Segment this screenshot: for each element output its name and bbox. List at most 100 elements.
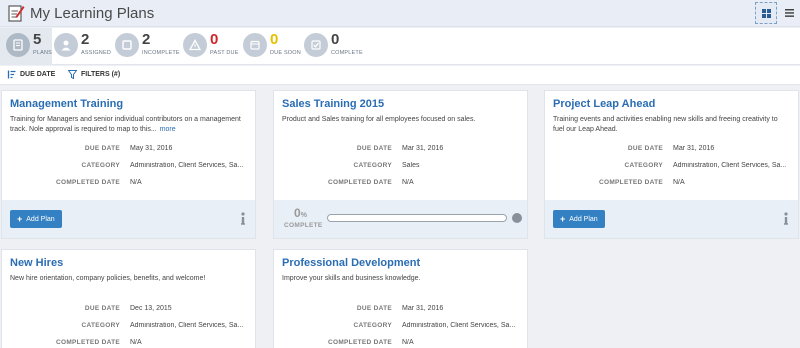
plan-card-sales-training[interactable]: Sales Training 2015 Product and Sales tr… — [273, 90, 528, 239]
due-date-row: DUE DATE Mar 31, 2016 — [545, 145, 798, 155]
plan-description: Product and Sales training for all emplo… — [282, 116, 476, 123]
due-date-value: Mar 31, 2016 — [402, 145, 444, 152]
card-footer: + Add Plan — [2, 200, 255, 238]
due-date-value: Mar 31, 2016 — [402, 305, 444, 312]
plus-icon: + — [17, 214, 23, 224]
info-icon[interactable] — [240, 212, 246, 225]
category-label: CATEGORY — [81, 322, 120, 329]
add-plan-label: Add Plan — [26, 215, 55, 223]
sort-icon — [7, 70, 16, 79]
completed-date-row: COMPLETED DATE N/A — [274, 179, 527, 189]
more-link[interactable]: more — [160, 126, 176, 133]
add-plan-button[interactable]: + Add Plan — [553, 210, 605, 228]
due-date-row: DUE DATE Dec 13, 2015 — [2, 305, 255, 315]
card-footer: + Add Plan — [545, 200, 798, 238]
completed-date-label: COMPLETED DATE — [327, 339, 392, 346]
notebook-icon — [6, 33, 30, 57]
due-date-label: DUE DATE — [627, 145, 663, 152]
filters-button[interactable]: FILTERS (#) — [68, 70, 120, 79]
category-row: CATEGORY Sales — [274, 162, 527, 172]
stat-incomplete-count: 2 — [142, 31, 151, 48]
completed-date-value: N/A — [130, 179, 142, 186]
grid-view-icon — [761, 8, 771, 18]
warning-icon — [183, 33, 207, 57]
stat-past-due-label: PAST DUE — [210, 50, 239, 56]
toolbar: DUE DATE FILTERS (#) — [0, 66, 800, 85]
due-date-row: DUE DATE Mar 31, 2016 — [274, 145, 527, 155]
stat-assigned-label: ASSIGNED — [81, 50, 112, 56]
plan-card-management-training[interactable]: Management Training Training for Manager… — [1, 90, 256, 239]
progress-label: COMPLETE — [284, 222, 323, 229]
category-label: CATEGORY — [353, 162, 392, 169]
plan-description: Improve your skills and business knowled… — [282, 275, 421, 282]
stat-complete-count: 0 — [331, 31, 340, 48]
due-date-value: Dec 13, 2015 — [130, 305, 172, 312]
category-row: CATEGORY Administration, Client Services… — [545, 162, 798, 172]
plan-card-professional-development[interactable]: Professional Development Improve your sk… — [273, 249, 528, 348]
stat-incomplete-label: INCOMPLETE — [142, 50, 180, 56]
plan-title[interactable]: Professional Development — [282, 257, 420, 269]
filter-icon — [68, 70, 77, 79]
info-icon[interactable] — [783, 212, 789, 225]
sort-label: DUE DATE — [20, 71, 56, 78]
due-date-label: DUE DATE — [356, 145, 392, 152]
category-value: Sales — [402, 162, 420, 169]
category-value: Administration, Client Services, Sa... — [673, 162, 787, 169]
due-date-row: DUE DATE May 31, 2016 — [2, 145, 255, 155]
category-value: Administration, Client Services, Sa... — [130, 322, 244, 329]
checkbox-icon — [304, 33, 328, 57]
person-icon — [54, 33, 78, 57]
list-view-icon — [784, 9, 794, 17]
progress-bar — [327, 214, 507, 222]
due-date-value: Mar 31, 2016 — [673, 145, 715, 152]
add-plan-button[interactable]: + Add Plan — [10, 210, 62, 228]
page-title: My Learning Plans — [30, 5, 155, 22]
completed-date-row: COMPLETED DATE N/A — [274, 339, 527, 348]
plan-title[interactable]: New Hires — [10, 257, 63, 269]
calendar-icon — [243, 33, 267, 57]
stats-bar: 5 PLANS 2 ASSIGNED 2 INCOMPLETE 0 PAST D… — [0, 28, 800, 65]
completed-date-value: N/A — [402, 179, 414, 186]
due-date-label: DUE DATE — [84, 145, 120, 152]
stat-due-soon-label: DUE SOON — [270, 50, 301, 56]
sort-due-date-button[interactable]: DUE DATE — [7, 70, 55, 79]
plan-card-project-leap-ahead[interactable]: Project Leap Ahead Training events and a… — [544, 90, 799, 239]
stat-plans-label: PLANS — [33, 50, 53, 56]
plan-title[interactable]: Management Training — [10, 98, 123, 110]
completed-date-label: COMPLETED DATE — [55, 339, 120, 346]
completed-date-value: N/A — [673, 179, 685, 186]
stat-past-due-count: 0 — [210, 31, 219, 48]
list-view-button[interactable] — [780, 2, 798, 24]
due-date-value: May 31, 2016 — [130, 145, 173, 152]
due-date-label: DUE DATE — [84, 305, 120, 312]
due-date-row: DUE DATE Mar 31, 2016 — [274, 305, 527, 315]
plan-card-new-hires[interactable]: New Hires New hire orientation, company … — [1, 249, 256, 348]
due-date-label: DUE DATE — [356, 305, 392, 312]
category-row: CATEGORY Administration, Client Services… — [2, 322, 255, 332]
completed-date-row: COMPLETED DATE N/A — [2, 179, 255, 189]
grid-view-button[interactable] — [755, 2, 777, 24]
plan-description: New hire orientation, company policies, … — [10, 275, 206, 282]
add-plan-label: Add Plan — [569, 215, 598, 223]
category-label: CATEGORY — [353, 322, 392, 329]
progress-percent: 0% — [294, 206, 307, 220]
stat-plans-count: 5 — [33, 31, 42, 48]
progress-end-icon — [512, 213, 522, 223]
plan-title[interactable]: Sales Training 2015 — [282, 98, 384, 110]
stat-assigned-count: 2 — [81, 31, 90, 48]
category-label: CATEGORY — [81, 162, 120, 169]
completed-date-value: N/A — [130, 339, 142, 346]
square-icon — [115, 33, 139, 57]
category-label: CATEGORY — [624, 162, 663, 169]
plan-title[interactable]: Project Leap Ahead — [553, 98, 655, 110]
edit-note-icon — [8, 5, 25, 22]
category-value: Administration, Client Services, Sa... — [130, 162, 244, 169]
plan-description: Training for Managers and senior individ… — [10, 116, 241, 133]
plan-description: Training events and activities enabling … — [553, 116, 778, 133]
page-header: My Learning Plans — [0, 0, 800, 27]
completed-date-row: COMPLETED DATE N/A — [2, 339, 255, 348]
completed-date-label: COMPLETED DATE — [327, 179, 392, 186]
completed-date-row: COMPLETED DATE N/A — [545, 179, 798, 189]
category-value: Administration, Client Services, Sa... — [402, 322, 516, 329]
completed-date-value: N/A — [402, 339, 414, 346]
